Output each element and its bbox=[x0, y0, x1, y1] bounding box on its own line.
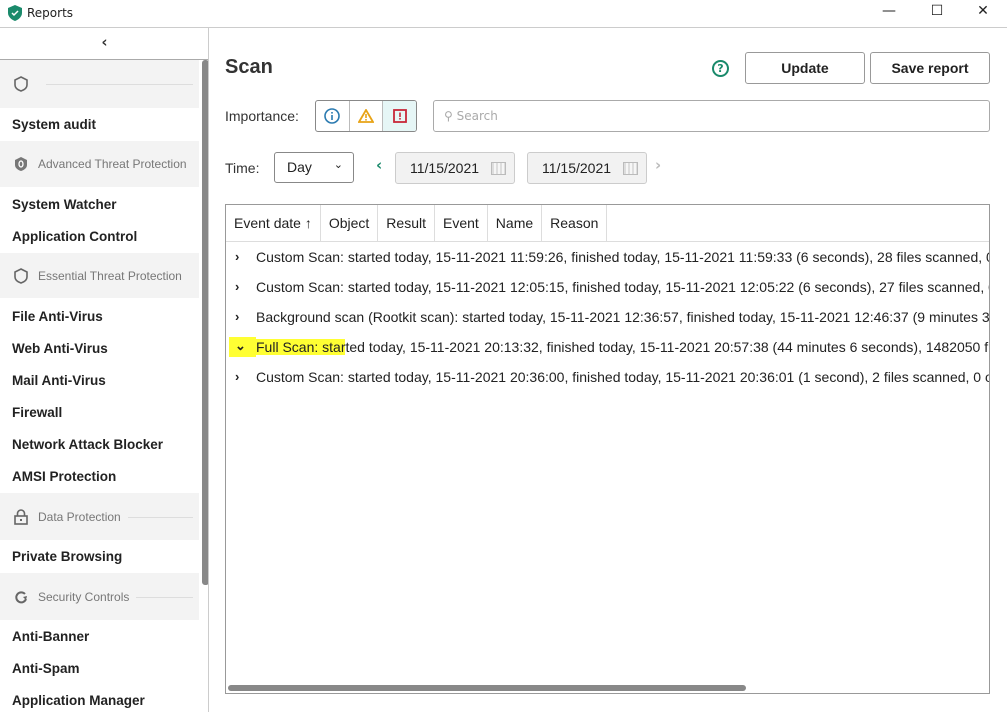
sidebar-section-general bbox=[0, 60, 199, 108]
sidebar-item-anti-banner[interactable]: Anti-Banner bbox=[12, 629, 89, 644]
calendar-icon[interactable] bbox=[623, 162, 638, 175]
sidebar-item-application-manager[interactable]: Application Manager bbox=[12, 693, 145, 708]
period-value: Day bbox=[287, 159, 312, 175]
section-label: Essential Threat Protection bbox=[38, 268, 182, 283]
help-icon[interactable]: ? bbox=[712, 60, 729, 77]
sidebar-scrollbar[interactable] bbox=[202, 60, 208, 585]
search-icon: ⚲ bbox=[444, 109, 457, 123]
info-filter-button[interactable] bbox=[316, 101, 350, 131]
shield-icon bbox=[14, 76, 28, 92]
horizontal-scrollbar[interactable] bbox=[228, 685, 746, 691]
sidebar-item-firewall[interactable]: Firewall bbox=[12, 405, 62, 420]
search-placeholder: Search bbox=[456, 109, 498, 123]
save-report-button[interactable]: Save report bbox=[870, 52, 990, 84]
refresh-shield-icon bbox=[15, 590, 27, 603]
date-to-field[interactable]: 11/15/2021 bbox=[527, 152, 647, 184]
row-text: Custom Scan: started today, 15-11-2021 1… bbox=[256, 249, 990, 265]
main-panel: Scan ? Update Save report Importance: ⚲ … bbox=[210, 28, 1007, 712]
title-bar: Reports — ☐ ✕ bbox=[0, 0, 1007, 28]
page-title: Scan bbox=[225, 56, 273, 78]
column-event-date[interactable]: Event date ↑ bbox=[226, 205, 321, 241]
events-table: Event date ↑ Object Result Event Name Re… bbox=[225, 204, 990, 694]
row-text: Custom Scan: started today, 15-11-2021 2… bbox=[256, 369, 990, 385]
sidebar-item-private-browsing[interactable]: Private Browsing bbox=[12, 549, 122, 564]
table-header: Event date ↑ Object Result Event Name Re… bbox=[226, 205, 989, 242]
sidebar-section-essential-threat-protection: Essential Threat Protection bbox=[0, 253, 199, 298]
sidebar-item-application-control[interactable]: Application Control bbox=[12, 229, 137, 244]
window-title: Reports bbox=[27, 6, 74, 20]
chevron-right-icon[interactable]: › bbox=[235, 302, 249, 332]
importance-label: Importance: bbox=[225, 108, 299, 124]
highlighted-text: Full Scan: star bbox=[256, 339, 346, 355]
date-from-field[interactable]: 11/15/2021 bbox=[395, 152, 515, 184]
sidebar-item-file-anti-virus[interactable]: File Anti-Virus bbox=[12, 309, 103, 324]
calendar-icon[interactable] bbox=[491, 162, 506, 175]
importance-filter bbox=[315, 100, 417, 132]
minimize-button[interactable]: — bbox=[874, 3, 904, 23]
section-label: Data Protection bbox=[38, 509, 121, 524]
update-button[interactable]: Update bbox=[745, 52, 865, 84]
divider bbox=[46, 84, 193, 85]
chevron-right-icon[interactable]: › bbox=[235, 242, 249, 272]
column-reason[interactable]: Reason bbox=[542, 205, 608, 241]
row-text: ted today, 15-11-2021 20:13:32, finished… bbox=[345, 339, 990, 355]
warning-icon bbox=[358, 109, 374, 123]
sidebar-section-security-controls: Security Controls bbox=[0, 573, 199, 620]
period-select[interactable]: Day ⌄ bbox=[274, 152, 354, 183]
row-text: Custom Scan: started today, 15-11-2021 1… bbox=[256, 279, 990, 295]
chevron-right-icon[interactable]: › bbox=[235, 362, 249, 392]
critical-icon bbox=[392, 109, 407, 123]
date-from-value: 11/15/2021 bbox=[410, 160, 480, 176]
collapse-sidebar-button[interactable]: ‹ bbox=[0, 28, 208, 60]
search-input[interactable]: ⚲ Search bbox=[433, 100, 990, 132]
sidebar-item-amsi-protection[interactable]: AMSI Protection bbox=[12, 469, 116, 484]
previous-period-button[interactable]: ‹ bbox=[376, 156, 382, 174]
sidebar-item-anti-spam[interactable]: Anti-Spam bbox=[12, 661, 80, 676]
chevron-down-icon: ⌄ bbox=[333, 159, 343, 171]
column-event[interactable]: Event bbox=[435, 205, 488, 241]
divider bbox=[136, 596, 193, 598]
column-object[interactable]: Object bbox=[321, 205, 379, 241]
chevron-right-icon[interactable]: › bbox=[235, 272, 249, 302]
sidebar-item-system-watcher[interactable]: System Watcher bbox=[12, 197, 117, 212]
next-period-button[interactable]: › bbox=[655, 156, 661, 174]
sidebar-section-data-protection: Data Protection bbox=[0, 493, 199, 540]
critical-filter-button[interactable] bbox=[383, 101, 416, 131]
chevron-down-icon[interactable]: ⌄ bbox=[229, 337, 256, 357]
sidebar-section-advanced-threat-protection: Advanced Threat Protection bbox=[0, 141, 199, 187]
section-label: Security Controls bbox=[38, 589, 130, 604]
info-icon bbox=[324, 108, 341, 124]
sidebar-item-web-anti-virus[interactable]: Web Anti-Virus bbox=[12, 341, 108, 356]
column-result[interactable]: Result bbox=[378, 205, 435, 241]
shield-icon bbox=[14, 267, 28, 284]
row-text: Background scan (Rootkit scan): started … bbox=[256, 309, 990, 325]
sidebar: ‹ System audit Advanced Threat Protectio… bbox=[0, 28, 209, 712]
section-label: Advanced Threat Protection bbox=[38, 157, 187, 171]
close-button[interactable]: ✕ bbox=[968, 3, 998, 23]
sidebar-item-network-attack-blocker[interactable]: Network Attack Blocker bbox=[12, 437, 163, 452]
column-name[interactable]: Name bbox=[488, 205, 543, 241]
shield-icon bbox=[15, 157, 27, 171]
maximize-button[interactable]: ☐ bbox=[922, 3, 952, 23]
warning-filter-button[interactable] bbox=[350, 101, 384, 131]
lock-icon bbox=[14, 508, 28, 525]
time-label: Time: bbox=[225, 160, 260, 176]
date-to-value: 11/15/2021 bbox=[542, 160, 612, 176]
sidebar-item-system-audit[interactable]: System audit bbox=[12, 117, 96, 132]
sidebar-item-mail-anti-virus[interactable]: Mail Anti-Virus bbox=[12, 373, 106, 388]
divider bbox=[128, 516, 193, 518]
kaspersky-logo-icon bbox=[8, 5, 22, 21]
